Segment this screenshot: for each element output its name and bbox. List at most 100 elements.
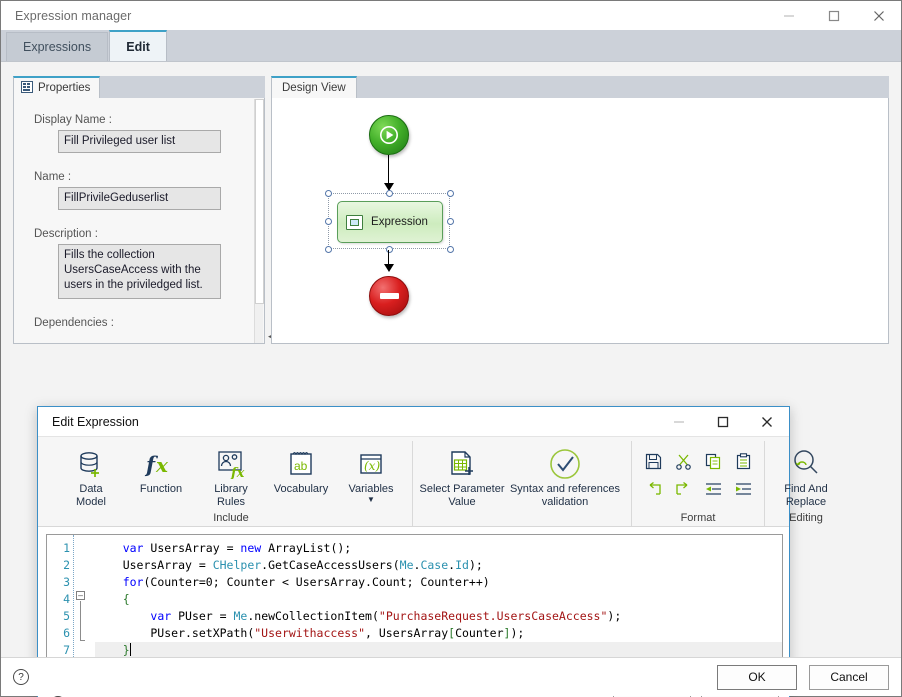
properties-tab-row: Properties xyxy=(13,76,265,98)
code-token: UsersArray = xyxy=(143,541,241,555)
window-ok-button[interactable]: OK xyxy=(717,664,797,690)
ribbon-group-editing-caption: Editing xyxy=(789,512,823,524)
resize-handle-sw[interactable] xyxy=(325,246,332,253)
code-token: UsersArray = xyxy=(95,558,213,572)
syntax-validation-button[interactable]: Syntax and references validation xyxy=(505,441,625,526)
select-parameter-value-label: Select Parameter Value xyxy=(419,483,505,508)
editor-fold-column[interactable]: – xyxy=(73,535,89,657)
code-token: "Userwithaccess" xyxy=(254,626,366,640)
connector-arrow-bottom xyxy=(383,264,394,272)
properties-panel: Properties Display Name : Fill Privilege… xyxy=(13,76,273,344)
indent-icon[interactable] xyxy=(728,475,758,503)
cut-icon[interactable] xyxy=(668,447,698,475)
tab-design-view[interactable]: Design View xyxy=(271,76,357,98)
text-cursor xyxy=(129,643,131,656)
function-fx-icon: f x xyxy=(144,446,178,482)
dialog-maximize-icon[interactable] xyxy=(701,407,745,436)
resize-handle-e[interactable] xyxy=(447,218,454,225)
window-footer: ? OK Cancel xyxy=(1,657,901,696)
window-help-icon[interactable]: ? xyxy=(13,669,29,685)
expression-node[interactable]: Expression xyxy=(337,201,443,243)
page-body: Properties Display Name : Fill Privilege… xyxy=(1,62,901,697)
chevron-down-icon[interactable]: ▼ xyxy=(367,496,375,504)
expression-node-label: Expression xyxy=(371,216,428,228)
dialog-window-controls xyxy=(657,407,789,436)
code-token: Me xyxy=(399,558,414,572)
tab-expressions[interactable]: Expressions xyxy=(6,32,109,61)
expression-node-selection[interactable]: Expression xyxy=(325,190,454,253)
code-line[interactable]: var UsersArray = new ArrayList(); xyxy=(95,540,782,557)
properties-tab-label: Properties xyxy=(38,82,91,94)
description-input[interactable]: Fills the collection UsersCaseAccess wit… xyxy=(58,244,221,299)
play-icon xyxy=(380,126,398,144)
editor-line-numbers: 1 2 3 4 5 6 7 xyxy=(47,535,73,657)
line-number: 1 xyxy=(63,541,70,555)
code-token: var xyxy=(122,541,144,555)
tab-properties[interactable]: Properties xyxy=(13,76,101,98)
resize-handle-nw[interactable] xyxy=(325,190,332,197)
redo-icon[interactable] xyxy=(668,475,698,503)
code-line[interactable]: for(Counter=0; Counter < UsersArray.Coun… xyxy=(95,574,782,591)
resize-handle-ne[interactable] xyxy=(447,190,454,197)
paste-icon[interactable] xyxy=(728,447,758,475)
design-canvas[interactable]: Expression xyxy=(271,98,889,344)
display-name-input[interactable]: Fill Privileged user list xyxy=(58,130,221,153)
save-icon[interactable] xyxy=(638,447,668,475)
svg-text:ab: ab xyxy=(294,459,308,473)
expression-code-editor[interactable]: 1 2 3 4 5 6 7 – var UsersArray = new ArrayList… xyxy=(46,534,783,658)
tab-edit[interactable]: Edit xyxy=(109,30,168,61)
copy-icon[interactable] xyxy=(698,447,728,475)
outdent-icon[interactable] xyxy=(698,475,728,503)
code-token: ); xyxy=(607,609,622,623)
maximize-icon[interactable] xyxy=(811,1,856,30)
ribbon-group-include: Data Model f x Function fx Library Rules… xyxy=(50,441,412,526)
properties-scrollbar-thumb[interactable] xyxy=(255,99,264,304)
code-line[interactable]: var PUser = Me.newCollectionItem("Purcha… xyxy=(95,608,782,625)
code-line[interactable]: { xyxy=(95,591,782,608)
function-label: Function xyxy=(139,483,183,495)
svg-text:fx: fx xyxy=(230,466,245,479)
code-token: PUser.setXPath( xyxy=(95,626,255,640)
window-cancel-button[interactable]: Cancel xyxy=(809,664,889,690)
vocabulary-icon: ab xyxy=(286,446,316,482)
dependencies-label: Dependencies : xyxy=(34,317,114,329)
fold-toggle-icon[interactable]: – xyxy=(76,591,85,600)
dialog-title-bar: Edit Expression xyxy=(38,407,789,437)
code-line[interactable]: PUser.setXPath("Userwithaccess", UsersAr… xyxy=(95,625,782,642)
select-parameter-value-button[interactable]: Select Parameter Value xyxy=(419,441,505,526)
resize-handle-se[interactable] xyxy=(447,246,454,253)
ribbon-group-include-caption: Include xyxy=(213,512,249,524)
stop-node[interactable] xyxy=(369,276,409,316)
line-number: 3 xyxy=(63,575,70,589)
name-input[interactable]: FillPrivileGeduserlist xyxy=(58,187,221,210)
properties-scrollbar[interactable] xyxy=(254,99,264,343)
code-line[interactable]: UsersArray = CHelper.GetCaseAccessUsers(… xyxy=(95,557,782,574)
close-icon[interactable] xyxy=(856,1,901,30)
code-line[interactable]: } xyxy=(95,642,782,657)
dialog-close-icon[interactable] xyxy=(745,407,789,436)
svg-text:x: x xyxy=(155,453,169,477)
start-node[interactable] xyxy=(369,115,409,155)
minimize-icon[interactable] xyxy=(766,1,811,30)
fold-region-bar xyxy=(80,601,81,641)
code-token: .newCollectionItem( xyxy=(247,609,379,623)
code-token: ); xyxy=(510,626,525,640)
ribbon-group-format-caption: Format xyxy=(680,512,716,524)
ribbon-group-format: Format xyxy=(631,441,764,526)
dialog-minimize-icon[interactable] xyxy=(657,407,701,436)
library-rules-icon: fx xyxy=(216,446,246,482)
select-parameter-value-icon xyxy=(447,446,477,482)
undo-icon[interactable] xyxy=(638,475,668,503)
window-title-bar: Expression manager xyxy=(1,1,901,30)
resize-handle-w[interactable] xyxy=(325,218,332,225)
data-model-label: Data Model xyxy=(76,483,106,508)
editor-code-content[interactable]: var UsersArray = new ArrayList(); UsersA… xyxy=(89,535,782,657)
code-token: ); xyxy=(468,558,483,572)
resize-handle-n[interactable] xyxy=(386,190,393,197)
line-number: 4 xyxy=(63,592,70,606)
fold-region-foot xyxy=(80,640,85,641)
design-tab-row: Design View xyxy=(271,76,889,98)
